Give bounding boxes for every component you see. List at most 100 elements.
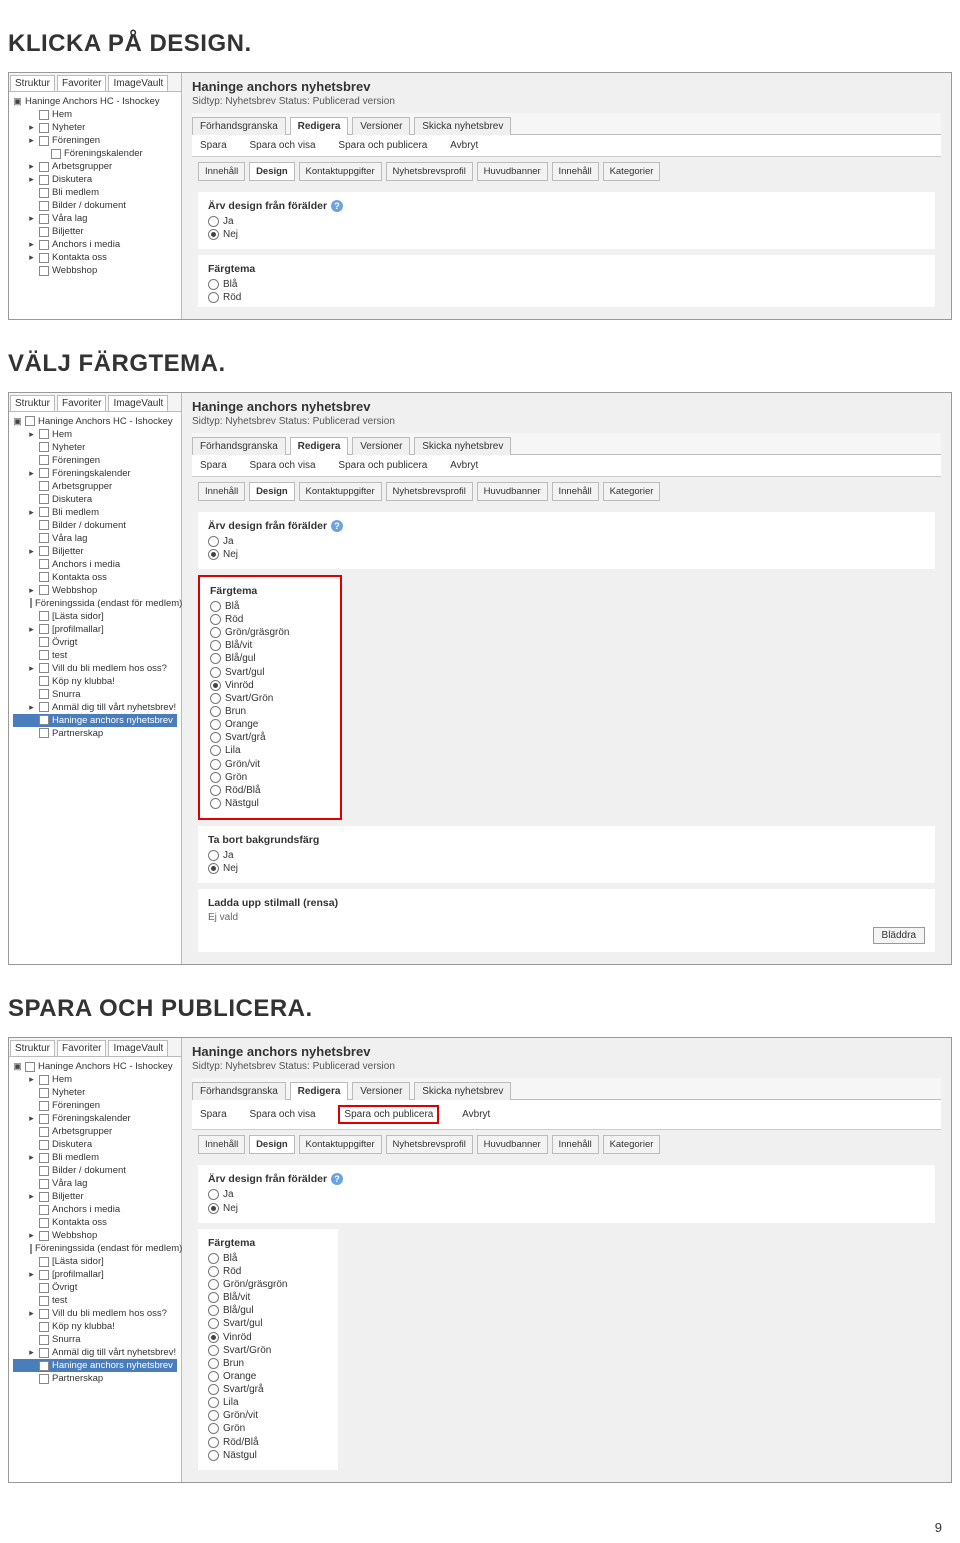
color-option[interactable]: Svart/gul <box>210 666 330 679</box>
tree-item[interactable]: ▸Webbshop <box>13 1229 177 1242</box>
help-icon[interactable]: ? <box>331 520 343 532</box>
color-option[interactable]: Röd/Blå <box>210 784 330 797</box>
tree-item[interactable]: Anchors i media <box>13 1203 177 1216</box>
side-tab-favoriter[interactable]: Favoriter <box>57 395 106 411</box>
tree-item[interactable]: Kontakta oss <box>13 1216 177 1229</box>
color-option[interactable]: Röd <box>210 613 330 626</box>
tree-item[interactable]: ▸Föreningen <box>13 134 177 147</box>
side-tab-favoriter[interactable]: Favoriter <box>57 75 106 91</box>
color-option[interactable]: Blå/vit <box>210 639 330 652</box>
tree-item[interactable]: Köp ny klubba! <box>13 1320 177 1333</box>
tree-item[interactable]: ▸Diskutera <box>13 173 177 186</box>
tab-versions[interactable]: Versioner <box>352 1082 410 1100</box>
color-option[interactable]: Grön/gräsgrön <box>210 626 330 639</box>
tree-item[interactable]: Haninge anchors nyhetsbrev <box>13 1359 177 1372</box>
tree-item[interactable]: Arbetsgrupper <box>13 1125 177 1138</box>
tree-item[interactable]: Diskutera <box>13 493 177 506</box>
tree-item[interactable]: Övrigt <box>13 636 177 649</box>
color-option[interactable]: Blå/gul <box>208 1304 328 1317</box>
subtab-content[interactable]: Innehåll <box>198 482 245 501</box>
subtab-banner[interactable]: Huvudbanner <box>477 482 548 501</box>
tree-item[interactable]: test <box>13 1294 177 1307</box>
tree-item[interactable]: ▸Anchors i media <box>13 238 177 251</box>
tree-item[interactable]: ▸[profilmallar] <box>13 623 177 636</box>
tab-versions[interactable]: Versioner <box>352 437 410 455</box>
color-option[interactable]: Grön/vit <box>208 1409 328 1422</box>
toolbar-save-publish-highlighted[interactable]: Spara och publicera <box>338 1105 439 1124</box>
subtab-categories[interactable]: Kategorier <box>603 162 661 181</box>
tree-item[interactable]: ▸Biljetter <box>13 545 177 558</box>
color-option[interactable]: Nästgul <box>208 1449 328 1462</box>
side-tab-imagevault[interactable]: ImageVault <box>108 1040 168 1056</box>
toolbar-save-show[interactable]: Spara och visa <box>249 1109 315 1120</box>
color-option[interactable]: Svart/grå <box>210 731 330 744</box>
tree-item[interactable]: Våra lag <box>13 1177 177 1190</box>
subtab-contact[interactable]: Kontaktuppgifter <box>299 1135 382 1154</box>
color-option[interactable]: Blå/gul <box>210 652 330 665</box>
tree-item[interactable]: ▸Föreningskalender <box>13 1112 177 1125</box>
side-tab-struktur[interactable]: Struktur <box>10 395 55 411</box>
tree-item[interactable]: Föreningssida (endast för medlem) <box>13 1242 177 1255</box>
inherit-nej[interactable]: Nej <box>208 228 925 241</box>
subtab-contact[interactable]: Kontaktuppgifter <box>299 482 382 501</box>
tree-item[interactable]: Köp ny klubba! <box>13 675 177 688</box>
subtab-profile[interactable]: Nyhetsbrevsprofil <box>386 1135 473 1154</box>
inherit-ja[interactable]: Ja <box>208 535 925 548</box>
tab-preview[interactable]: Förhandsgranska <box>192 437 286 455</box>
color-option[interactable]: Brun <box>208 1357 328 1370</box>
tree-item[interactable]: ▸Anmäl dig till vårt nyhetsbrev! <box>13 701 177 714</box>
color-option[interactable]: Grön <box>208 1422 328 1435</box>
tree-item[interactable]: Bli medlem <box>13 186 177 199</box>
color-option[interactable]: Svart/gul <box>208 1317 328 1330</box>
tree-item[interactable]: Partnerskap <box>13 727 177 740</box>
color-option[interactable]: Röd <box>208 1265 328 1278</box>
side-tab-struktur[interactable]: Struktur <box>10 75 55 91</box>
toolbar-save[interactable]: Spara <box>200 140 227 151</box>
color-option[interactable]: Blå/vit <box>208 1291 328 1304</box>
toolbar-cancel[interactable]: Avbryt <box>450 460 478 471</box>
bgcolor-nej[interactable]: Nej <box>208 862 925 875</box>
color-option[interactable]: Orange <box>210 718 330 731</box>
tree-item[interactable]: Diskutera <box>13 1138 177 1151</box>
color-option[interactable]: Svart/Grön <box>208 1344 328 1357</box>
tree-item[interactable]: Övrigt <box>13 1281 177 1294</box>
tab-send[interactable]: Skicka nyhetsbrev <box>414 1082 511 1100</box>
tree-item[interactable]: ▸[profilmallar] <box>13 1268 177 1281</box>
tree-item[interactable]: Föreningen <box>13 454 177 467</box>
browse-button[interactable]: Bläddra <box>873 927 925 944</box>
toolbar-save[interactable]: Spara <box>200 460 227 471</box>
tree-item[interactable]: ▣Haninge Anchors HC - Ishockey <box>13 415 177 428</box>
tree-item[interactable]: ▣Haninge Anchors HC - Ishockey <box>13 95 177 108</box>
subtab-contact[interactable]: Kontaktuppgifter <box>299 162 382 181</box>
help-icon[interactable]: ? <box>331 1173 343 1185</box>
tree-item[interactable]: Föreningen <box>13 1099 177 1112</box>
color-option[interactable]: Röd <box>208 291 925 304</box>
color-option[interactable]: Röd/Blå <box>208 1436 328 1449</box>
tab-preview[interactable]: Förhandsgranska <box>192 117 286 135</box>
tree-item[interactable]: ▸Föreningskalender <box>13 467 177 480</box>
toolbar-save-publish[interactable]: Spara och publicera <box>338 460 427 471</box>
tab-send[interactable]: Skicka nyhetsbrev <box>414 437 511 455</box>
tree-item[interactable]: ▸Vill du bli medlem hos oss? <box>13 1307 177 1320</box>
tree-item[interactable]: ▣Haninge Anchors HC - Ishockey <box>13 1060 177 1073</box>
tree-item[interactable]: Snurra <box>13 1333 177 1346</box>
tab-edit[interactable]: Redigera <box>290 117 349 135</box>
side-tab-struktur[interactable]: Struktur <box>10 1040 55 1056</box>
tree-item[interactable]: Kontakta oss <box>13 571 177 584</box>
tree-item[interactable]: ▸Webbshop <box>13 584 177 597</box>
subtab-profile[interactable]: Nyhetsbrevsprofil <box>386 162 473 181</box>
color-option[interactable]: Lila <box>208 1396 328 1409</box>
tree-item[interactable]: Föreningssida (endast för medlem) <box>13 597 177 610</box>
tab-versions[interactable]: Versioner <box>352 117 410 135</box>
toolbar-save-show[interactable]: Spara och visa <box>249 140 315 151</box>
tree-item[interactable]: Nyheter <box>13 1086 177 1099</box>
side-tab-favoriter[interactable]: Favoriter <box>57 1040 106 1056</box>
subtab-design[interactable]: Design <box>249 162 295 181</box>
subtab-design[interactable]: Design <box>249 482 295 501</box>
tree-item[interactable]: ▸Hem <box>13 1073 177 1086</box>
tree-item[interactable]: Webbshop <box>13 264 177 277</box>
color-option[interactable]: Grön/gräsgrön <box>208 1278 328 1291</box>
tab-edit[interactable]: Redigera <box>290 437 349 455</box>
tab-edit[interactable]: Redigera <box>290 1082 349 1100</box>
subtab-content[interactable]: Innehåll <box>198 1135 245 1154</box>
